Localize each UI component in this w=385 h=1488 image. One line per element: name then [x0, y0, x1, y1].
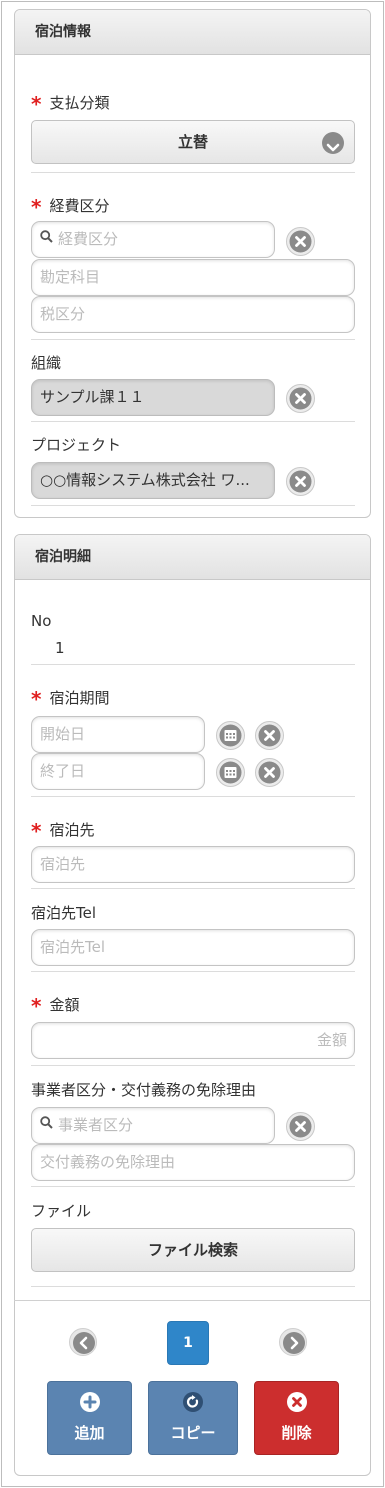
file-search-button[interactable]: ファイル検索	[31, 1228, 355, 1272]
footer-divider	[14, 1300, 371, 1301]
close-icon	[289, 230, 312, 253]
business-class-search-input[interactable]: 事業者区分	[31, 1107, 275, 1144]
clear-button[interactable]	[255, 758, 284, 787]
amount-input[interactable]: 金額	[31, 1022, 355, 1059]
divider	[31, 888, 355, 889]
clear-button[interactable]	[255, 721, 284, 750]
required-mark: *	[31, 819, 42, 843]
required-mark: *	[31, 687, 42, 711]
start-date-calendar-button[interactable]	[216, 721, 245, 750]
destination-tel-label: 宿泊先Tel	[31, 904, 97, 922]
divider	[31, 421, 355, 422]
no-label: No	[31, 612, 52, 630]
lodging-detail-title: 宿泊明細	[15, 535, 370, 580]
divider	[31, 971, 355, 972]
delete-button[interactable]: 削除	[254, 1381, 339, 1455]
period-label: * 宿泊期間	[31, 687, 110, 711]
divider	[31, 505, 355, 506]
destination-tel-input[interactable]: 宿泊先Tel	[31, 929, 355, 966]
file-label: ファイル	[31, 1202, 92, 1220]
divider	[31, 1286, 355, 1287]
chevron-down-icon	[322, 132, 344, 154]
divider	[31, 664, 355, 665]
close-icon	[258, 724, 281, 747]
clear-button[interactable]	[286, 467, 315, 496]
organization-field[interactable]: サンプル課１１	[31, 379, 275, 416]
plus-icon	[79, 1392, 100, 1412]
project-label: プロジェクト	[31, 436, 122, 454]
required-mark: *	[31, 994, 42, 1018]
delete-x-icon	[286, 1392, 307, 1412]
divider	[31, 796, 355, 797]
next-page-button[interactable]	[279, 1328, 307, 1356]
copy-button-label: コピー	[170, 1424, 216, 1442]
end-date-calendar-button[interactable]	[216, 758, 245, 787]
close-icon	[258, 761, 281, 784]
clear-button[interactable]	[286, 227, 315, 256]
business-class-label: 事業者区分・交付義務の免除理由	[31, 1081, 257, 1099]
account-title-input[interactable]: 勘定科目	[31, 259, 355, 296]
tax-category-input[interactable]: 税区分	[31, 296, 355, 333]
refresh-icon	[183, 1392, 203, 1412]
clear-button[interactable]	[286, 384, 315, 413]
project-field[interactable]: ○○情報システム株式会社 ワ...	[31, 462, 275, 499]
expense-category-label: * 経費区分	[31, 195, 110, 219]
no-value: 1	[55, 639, 65, 657]
close-icon	[289, 387, 312, 410]
destination-label: * 宿泊先	[31, 819, 95, 843]
delete-button-label: 削除	[281, 1424, 312, 1442]
current-page[interactable]: 1	[167, 1321, 209, 1365]
payment-type-select[interactable]: 立替	[31, 120, 355, 164]
expense-category-search-input[interactable]: 経費区分	[31, 221, 275, 258]
divider	[31, 1065, 355, 1066]
start-date-input[interactable]: 開始日	[31, 716, 205, 753]
close-icon	[289, 1115, 312, 1138]
required-mark: *	[31, 195, 42, 219]
lodging-info-title: 宿泊情報	[15, 10, 370, 55]
payment-type-value: 立替	[177, 133, 208, 151]
end-date-input[interactable]: 終了日	[31, 753, 205, 790]
calendar-icon	[219, 724, 242, 747]
required-mark: *	[31, 92, 42, 116]
divider	[31, 339, 355, 340]
chevron-right-icon	[283, 1332, 305, 1354]
close-icon	[289, 470, 312, 493]
payment-type-label: * 支払分類	[31, 92, 110, 116]
organization-label: 組織	[31, 354, 62, 372]
calendar-icon	[219, 761, 242, 784]
add-button[interactable]: 追加	[47, 1381, 132, 1455]
divider	[31, 1186, 355, 1187]
destination-input[interactable]: 宿泊先	[31, 846, 355, 883]
copy-button[interactable]: コピー	[148, 1381, 238, 1455]
clear-button[interactable]	[286, 1112, 315, 1141]
add-button-label: 追加	[74, 1424, 105, 1442]
search-icon	[40, 1108, 53, 1142]
divider	[31, 172, 355, 173]
chevron-left-icon	[73, 1332, 95, 1354]
exemption-reason-input[interactable]: 交付義務の免除理由	[31, 1144, 355, 1181]
amount-label: * 金額	[31, 994, 80, 1018]
prev-page-button[interactable]	[69, 1328, 97, 1356]
search-icon	[40, 222, 53, 256]
